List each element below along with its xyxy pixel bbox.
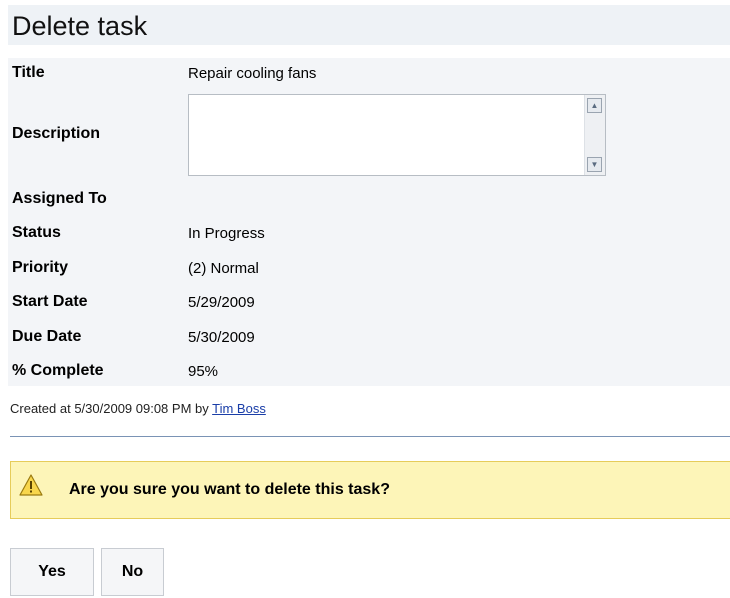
description-scrollbar[interactable]: ▲ ▼ xyxy=(584,95,605,175)
status-label: Status xyxy=(12,224,61,241)
created-info: Created at 5/30/2009 09:08 PM by Tim Bos… xyxy=(10,401,266,416)
percent-complete-label: % Complete xyxy=(12,362,104,379)
status-value: In Progress xyxy=(188,225,265,242)
task-details-panel: Title Repair cooling fans Description ▲ … xyxy=(8,58,730,386)
assigned-to-label: Assigned To xyxy=(12,190,107,207)
title-value: Repair cooling fans xyxy=(188,65,317,82)
confirmation-message: Are you sure you want to delete this tas… xyxy=(69,481,390,498)
page-title: Delete task xyxy=(12,11,148,41)
title-bar: Delete task xyxy=(8,5,730,45)
start-date-value: 5/29/2009 xyxy=(188,294,255,311)
start-date-label: Start Date xyxy=(12,293,88,310)
due-date-label: Due Date xyxy=(12,328,82,345)
percent-complete-value: 95% xyxy=(188,363,219,380)
priority-value: (2) Normal xyxy=(188,260,259,277)
warning-icon xyxy=(19,474,43,496)
scroll-down-icon[interactable]: ▼ xyxy=(587,157,602,172)
divider xyxy=(10,436,730,437)
description-field[interactable]: ▲ ▼ xyxy=(188,94,606,176)
delete-confirmation-banner: Are you sure you want to delete this tas… xyxy=(10,461,730,519)
created-by-link[interactable]: Tim Boss xyxy=(212,401,266,416)
no-button[interactable]: No xyxy=(101,548,164,596)
description-label: Description xyxy=(12,125,101,142)
created-prefix: Created at 5/30/2009 09:08 PM by xyxy=(10,401,213,416)
title-label: Title xyxy=(12,64,45,81)
priority-label: Priority xyxy=(12,259,69,276)
due-date-value: 5/30/2009 xyxy=(188,329,255,346)
scroll-up-icon[interactable]: ▲ xyxy=(587,98,602,113)
yes-button[interactable]: Yes xyxy=(10,548,94,596)
